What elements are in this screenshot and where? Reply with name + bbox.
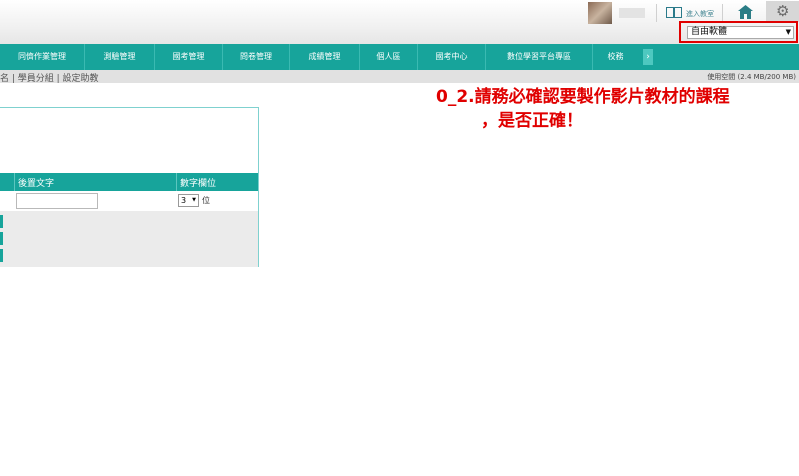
divider (722, 4, 723, 22)
avatar[interactable] (588, 2, 612, 24)
side-tab[interactable] (0, 249, 3, 262)
username (619, 8, 645, 18)
annotation-line-2: ，是否正確！ (481, 111, 583, 131)
settings-panel: 後置文字 數字欄位 3 ▼ 位 (0, 107, 259, 267)
divider (656, 4, 657, 22)
font-select-value: 自由軟體 (691, 27, 728, 37)
nav-item-exam[interactable]: 測驗管理 (85, 44, 155, 70)
font-select-highlight: 自由軟體 ▼ (679, 21, 798, 43)
gear-icon: ⚙ (776, 2, 790, 20)
nav-more-button[interactable]: › (643, 49, 653, 65)
suffix-text-input[interactable] (16, 193, 98, 209)
nav-item-school[interactable]: 校務 (593, 44, 638, 70)
main-nav: 同儕作業管理 測驗管理 國考管理 問卷管理 成績管理 個人區 國考中心 數位學習… (0, 44, 799, 70)
instruction-annotation: 0_2.請務必確認要製作影片教材的課程 ，是否正確！ (436, 85, 730, 131)
table-row: 3 ▼ 位 (0, 191, 258, 211)
nav-item-personal[interactable]: 個人區 (360, 44, 418, 70)
sub-nav: 名 | 學員分組 | 設定助教 使用空間 (2.4 MB/200 MB) (0, 70, 799, 84)
settings-button[interactable]: ⚙ (766, 1, 799, 22)
side-tab[interactable] (0, 232, 3, 245)
nav-item-survey[interactable]: 問卷管理 (223, 44, 290, 70)
nav-item-national-exam[interactable]: 國考管理 (155, 44, 223, 70)
storage-usage: 使用空間 (2.4 MB/200 MB) (707, 73, 796, 81)
digit-select-value: 3 (181, 196, 187, 205)
sub-nav-links[interactable]: 名 | 學員分組 | 設定助教 (0, 71, 99, 84)
home-icon (738, 5, 753, 19)
nav-item-grades[interactable]: 成績管理 (290, 44, 360, 70)
classroom-icon[interactable] (666, 7, 682, 18)
font-select[interactable]: 自由軟體 ▼ (687, 26, 794, 39)
side-tab[interactable] (0, 215, 3, 228)
column-divider (14, 173, 15, 191)
digit-select[interactable]: 3 ▼ (178, 194, 199, 207)
digit-unit-label: 位 (202, 196, 210, 205)
dropdown-arrow-icon: ▼ (192, 197, 196, 203)
chevron-right-icon: › (646, 52, 650, 62)
nav-item-peer-assignment[interactable]: 同儕作業管理 (0, 44, 85, 70)
nav-item-exam-center[interactable]: 國考中心 (418, 44, 486, 70)
panel-footer (0, 211, 258, 267)
column-divider (176, 173, 177, 191)
column-header-suffix: 後置文字 (18, 179, 55, 189)
nav-item-elearning[interactable]: 數位學習平台專區 (486, 44, 593, 70)
dropdown-arrow-icon: ▼ (785, 28, 791, 36)
enter-classroom-link[interactable]: 進入教室 (686, 9, 714, 19)
top-header: 進入教室 ⚙ 自由軟體 ▼ (0, 0, 799, 44)
home-button[interactable] (732, 3, 760, 21)
table-header: 後置文字 數字欄位 (0, 173, 258, 191)
column-header-digits: 數字欄位 (180, 179, 217, 189)
annotation-line-1: 0_2.請務必確認要製作影片教材的課程 (436, 87, 730, 107)
